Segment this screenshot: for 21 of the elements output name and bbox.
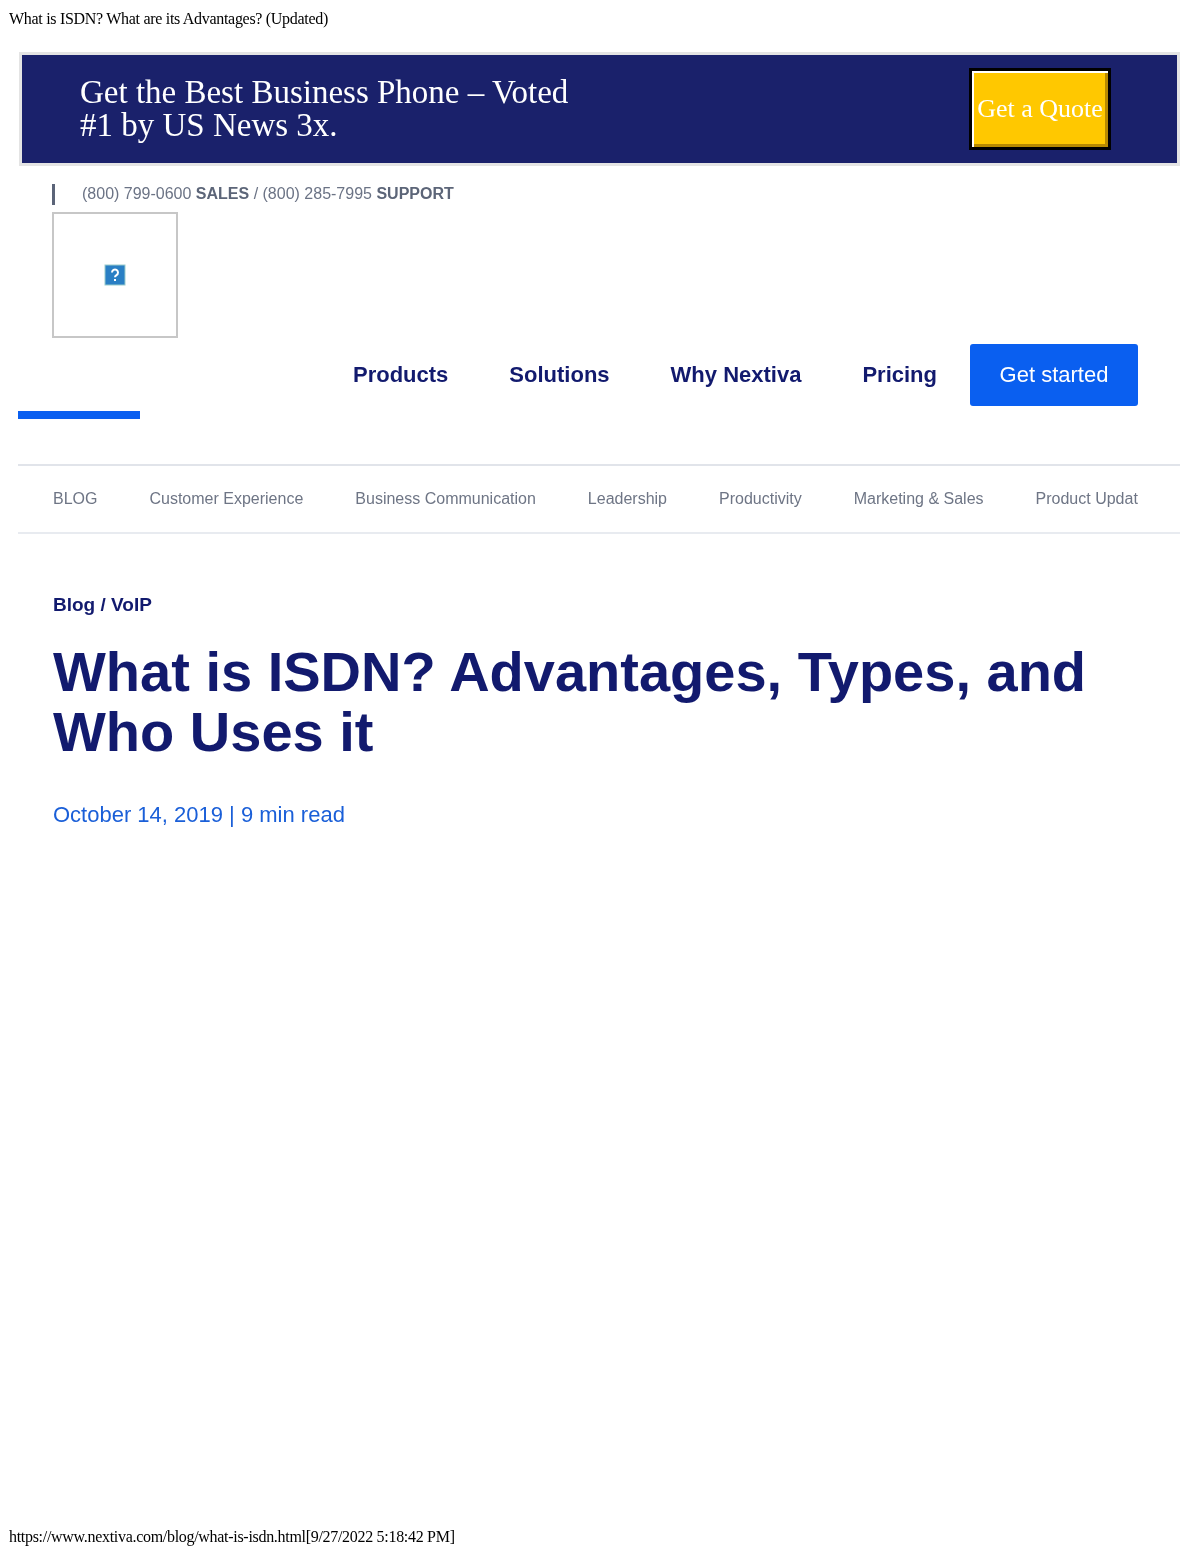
category-link[interactable]: Productivity [719,490,802,508]
nav-link[interactable]: Pricing [862,362,937,388]
category-link[interactable]: BLOG [53,490,98,508]
breadcrumb[interactable]: Blog / VoIP [53,594,152,616]
broken-image-icon [104,264,126,286]
page-url: https://www.nextiva.com/blog/what-is-isdn.html[9/27/2022 5:18:42 PM] [9,1528,456,1546]
nav-link[interactable]: Products [353,362,449,388]
category-link[interactable]: Business Communication [355,490,536,508]
category-link[interactable]: Product Updat [1035,490,1138,508]
article-meta: October 14, 2019 | 9 min read [53,802,346,828]
article-title: What is ISDN? Advantages, Types, and Who Uses it [53,642,1088,762]
phone-numbers: (800) 799-0600 SALES / (800) 285-7995 SUPPORT [82,185,454,203]
nav-link[interactable]: Why Nextiva [670,362,802,388]
banner-text: Get the Best Business Phone – Voted #1 by US News 3x. [80,76,570,142]
get-started-button[interactable]: Get started [970,344,1138,406]
category-link[interactable]: Leadership [587,490,667,508]
divider-bar [52,183,55,205]
nav-link[interactable]: Solutions [509,362,610,388]
category-link[interactable]: Marketing & Sales [853,490,984,508]
category-link[interactable]: Customer Experience [149,490,304,508]
page-title: What is ISDN? What are its Advantages? (Updated) [9,10,329,30]
